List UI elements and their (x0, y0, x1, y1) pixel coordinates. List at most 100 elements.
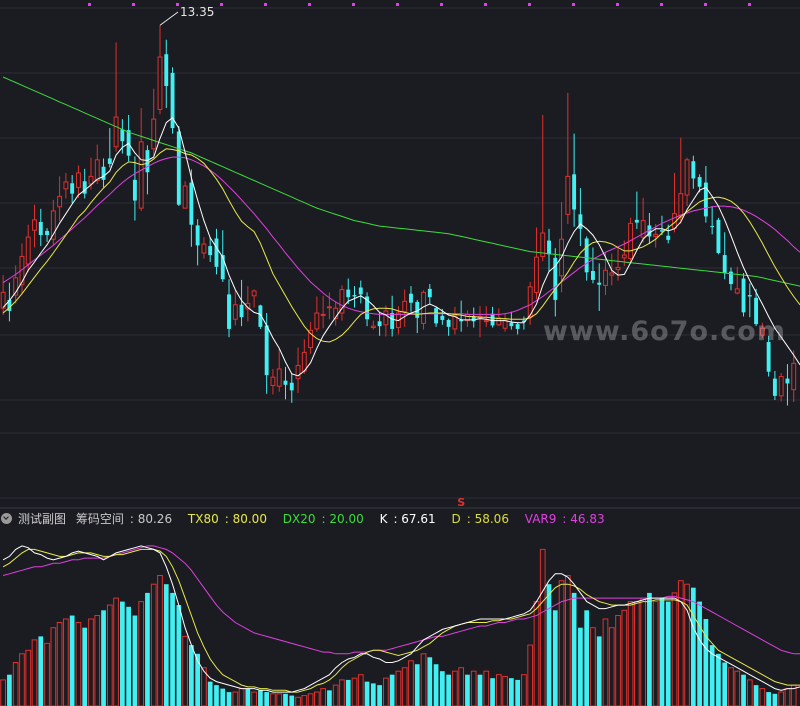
volume-bar[interactable] (452, 670, 458, 706)
volume-bar[interactable] (584, 610, 590, 706)
candle-body[interactable] (232, 304, 238, 320)
volume-bar[interactable] (50, 627, 57, 706)
candle-body[interactable] (621, 254, 627, 259)
candle-body[interactable] (402, 300, 408, 313)
volume-bar[interactable] (728, 667, 734, 706)
candle-body[interactable] (270, 376, 276, 387)
candle-body[interactable] (710, 226, 715, 228)
candle-body[interactable] (25, 236, 31, 265)
candle-body[interactable] (113, 116, 119, 148)
candle-body[interactable] (45, 230, 50, 236)
volume-bar[interactable] (138, 601, 145, 706)
volume-bar[interactable] (414, 664, 420, 706)
candle-body[interactable] (227, 294, 231, 329)
volume-bar[interactable] (596, 636, 602, 706)
collapse-toggle-icon[interactable] (1, 513, 12, 524)
volume-bar[interactable] (477, 674, 483, 706)
candle-body[interactable] (208, 246, 213, 256)
volume-bar[interactable] (458, 667, 465, 706)
volume-bar[interactable] (251, 691, 257, 706)
candle-body[interactable] (151, 118, 157, 150)
volume-bar[interactable] (207, 681, 213, 706)
volume-bar[interactable] (772, 693, 778, 706)
candle-body[interactable] (182, 185, 188, 209)
candle-body[interactable] (276, 368, 282, 387)
volume-bar[interactable] (150, 583, 157, 706)
volume-bar[interactable] (351, 677, 358, 706)
candle-body[interactable] (734, 288, 740, 294)
candle-body[interactable] (370, 325, 376, 329)
volume-bar[interactable] (132, 615, 138, 706)
volume-bar[interactable] (558, 580, 565, 706)
volume-bar[interactable] (19, 653, 25, 706)
volume-bar[interactable] (283, 693, 288, 706)
volume-bar[interactable] (741, 674, 746, 706)
candle-body[interactable] (446, 319, 451, 327)
volume-bar[interactable] (364, 681, 370, 706)
volume-bar[interactable] (258, 690, 263, 706)
candle-body[interactable] (547, 240, 551, 255)
volume-bar[interactable] (295, 696, 301, 706)
volume-bar[interactable] (389, 674, 395, 706)
volume-bar[interactable] (383, 677, 389, 706)
candle-body[interactable] (32, 219, 37, 231)
volume-bar[interactable] (766, 692, 771, 706)
volume-bar[interactable] (509, 678, 514, 706)
volume-bar[interactable] (533, 601, 540, 706)
candle-body[interactable] (534, 256, 539, 293)
candle-body[interactable] (565, 175, 571, 215)
candle-body[interactable] (791, 362, 797, 391)
candle-body[interactable] (75, 172, 81, 188)
volume-bar[interactable] (677, 580, 684, 706)
volume-bar[interactable] (753, 685, 759, 706)
volume-bar[interactable] (157, 575, 163, 706)
volume-bar[interactable] (101, 610, 106, 706)
candle-body[interactable] (320, 313, 326, 316)
candle-body[interactable] (176, 131, 181, 205)
volume-bar[interactable] (490, 678, 495, 706)
volume-bar[interactable] (44, 642, 50, 706)
candle-body[interactable] (38, 221, 43, 236)
candle-body[interactable] (634, 219, 639, 223)
volume-bar[interactable] (697, 601, 702, 706)
candle-body[interactable] (716, 219, 721, 253)
candle-body[interactable] (741, 278, 746, 313)
candle-body[interactable] (308, 329, 314, 349)
candle-body[interactable] (409, 293, 413, 303)
volume-bar[interactable] (590, 627, 596, 706)
volume-bar[interactable] (627, 601, 634, 706)
volume-bar[interactable] (232, 691, 239, 706)
volume-bar[interactable] (652, 601, 659, 706)
candle-body[interactable] (609, 272, 615, 276)
candle-body[interactable] (691, 161, 696, 179)
candle-body[interactable] (684, 159, 690, 196)
candle-body[interactable] (138, 141, 144, 209)
volume-bar[interactable] (401, 667, 408, 706)
candle-body[interactable] (94, 159, 100, 182)
volume-bar[interactable] (483, 670, 490, 706)
volume-bar[interactable] (671, 592, 678, 706)
candle-body[interactable] (590, 270, 595, 280)
candle-body[interactable] (434, 308, 439, 324)
volume-bar[interactable] (0, 679, 6, 706)
price-chart[interactable]: S (0, 0, 800, 706)
volume-bar[interactable] (276, 693, 283, 706)
candle-body[interactable] (326, 306, 332, 309)
candle-body[interactable] (597, 282, 602, 285)
candle-body[interactable] (666, 235, 671, 240)
candle-body[interactable] (383, 310, 389, 326)
candle-body[interactable] (314, 312, 320, 330)
volume-bar[interactable] (170, 592, 175, 706)
volume-bar[interactable] (608, 627, 615, 706)
volume-bar[interactable] (82, 627, 88, 706)
candle-body[interactable] (578, 214, 583, 229)
candle-body[interactable] (584, 238, 589, 273)
volume-bar[interactable] (759, 688, 766, 706)
candle-body[interactable] (132, 179, 137, 201)
candle-body[interactable] (189, 182, 194, 225)
candle-body[interactable] (107, 158, 112, 164)
volume-bar[interactable] (226, 692, 232, 706)
volume-bar[interactable] (665, 601, 671, 706)
candle-body[interactable] (697, 177, 702, 187)
volume-bar[interactable] (94, 615, 101, 706)
